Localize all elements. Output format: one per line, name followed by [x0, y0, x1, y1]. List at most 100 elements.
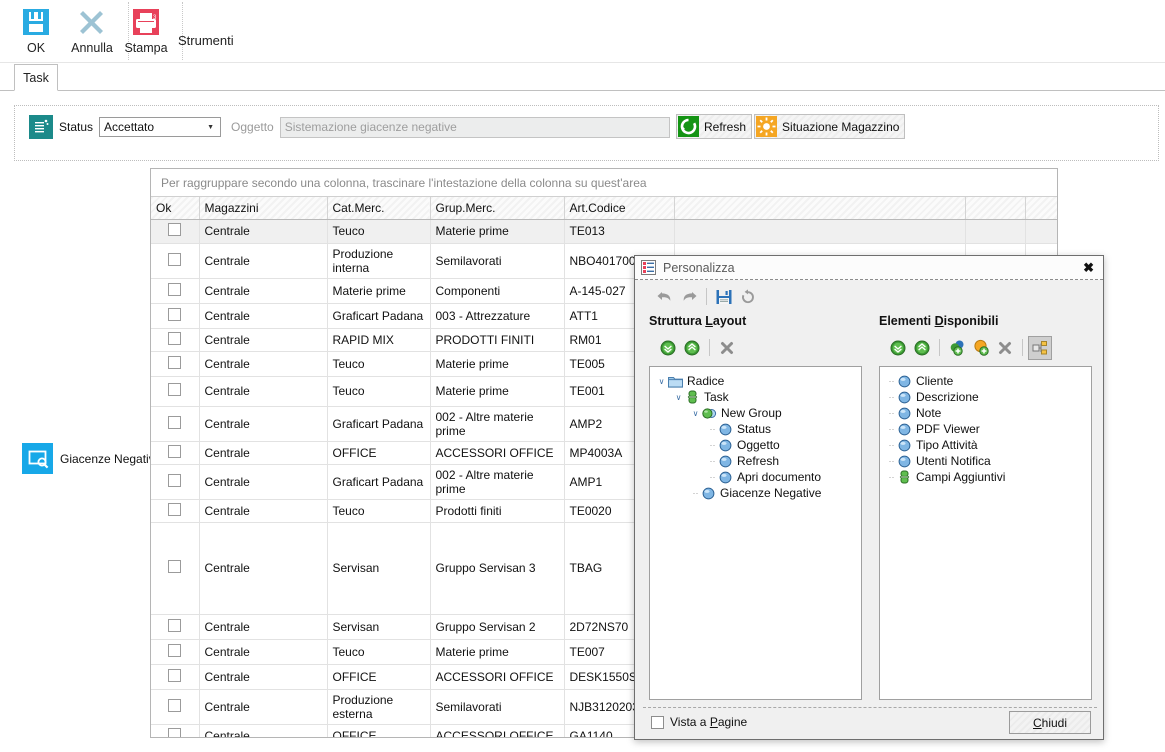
move-up-icon[interactable] — [910, 336, 934, 360]
cell-magazzino: Centrale — [199, 499, 328, 523]
col-header-data[interactable] — [1025, 197, 1057, 220]
available-elements-tree[interactable]: ·· Cliente ·· Descrizione ·· Note ·· PDF Viewer… — [879, 366, 1092, 700]
row-checkbox[interactable] — [168, 727, 182, 737]
row-checkbox[interactable] — [168, 307, 182, 321]
cell-ok[interactable] — [151, 376, 200, 407]
delete-x-icon[interactable] — [715, 336, 739, 360]
cell-ok[interactable] — [151, 689, 200, 725]
cell-ok[interactable] — [151, 303, 200, 329]
row-checkbox[interactable] — [168, 383, 182, 396]
cell-ok[interactable] — [151, 278, 200, 304]
cell-ok[interactable] — [151, 406, 200, 442]
cell-ok[interactable] — [151, 219, 200, 244]
row-checkbox[interactable] — [168, 282, 182, 296]
cell-ok[interactable] — [151, 328, 200, 352]
add-group-icon[interactable] — [945, 336, 969, 360]
col-header-art-codice[interactable]: Art.Codice — [564, 197, 675, 220]
cell-magazzino: Centrale — [199, 328, 328, 352]
vista-a-pagine-checkbox[interactable]: Vista a Pagine — [651, 715, 747, 729]
move-down-icon[interactable] — [886, 336, 910, 360]
cell-ok[interactable] — [151, 639, 200, 665]
list-item[interactable]: ·· Cliente — [886, 373, 1091, 389]
ok-button[interactable]: OK — [8, 2, 64, 55]
cell-ok[interactable] — [151, 614, 200, 640]
oggetto-input[interactable]: Sistemazione giacenze negative — [279, 116, 670, 138]
tree-node[interactable]: ·· Status — [656, 421, 861, 437]
move-up-icon[interactable] — [680, 336, 704, 360]
reset-icon[interactable] — [736, 285, 760, 309]
group-by-drop-area[interactable]: Per raggruppare secondo una colonna, tra… — [151, 169, 1057, 197]
col-header-qta[interactable] — [965, 197, 1026, 220]
tree-view-icon[interactable] — [1028, 335, 1052, 360]
list-item[interactable]: ·· Note — [886, 405, 1091, 421]
situazione-magazzino-button[interactable]: Situazione Magazzino — [754, 114, 906, 139]
oggetto-input-placeholder: Sistemazione giacenze negative — [284, 120, 457, 134]
stampa-button[interactable]: 3 Stampa — [118, 2, 174, 55]
tree-node[interactable]: ∨ Task — [656, 389, 861, 405]
col-header-magazzini[interactable]: Magazzini — [199, 197, 328, 220]
tree-node[interactable]: ·· Giacenze Negative — [656, 485, 861, 501]
chevron-down-icon[interactable]: ▼ — [203, 120, 218, 135]
row-checkbox[interactable] — [168, 502, 182, 516]
tree-node[interactable]: ·· Apri documento — [656, 469, 861, 485]
delete-x-icon[interactable] — [993, 336, 1017, 360]
list-item[interactable]: ·· Utenti Notifica — [886, 453, 1091, 469]
cell-ok[interactable] — [151, 243, 200, 279]
dialog-title-bar[interactable]: Personalizza ✖ — [635, 256, 1103, 280]
cell-ok[interactable] — [151, 351, 200, 377]
cell-ok[interactable] — [151, 522, 200, 615]
col-header-cat-merc[interactable]: Cat.Merc. — [327, 197, 431, 220]
chevron-down-icon[interactable]: ∨ — [656, 376, 667, 387]
row-checkbox[interactable] — [168, 618, 182, 632]
list-item[interactable]: ·· Descrizione — [886, 389, 1091, 405]
status-combobox[interactable]: Accettato ▼ — [99, 117, 222, 137]
tree-node[interactable]: ∨ Radice — [656, 373, 861, 389]
redo-icon[interactable] — [677, 285, 701, 309]
cell-ok[interactable] — [151, 664, 200, 690]
tree-node[interactable]: ·· Refresh — [656, 453, 861, 469]
chevron-down-icon[interactable]: ∨ — [673, 392, 684, 403]
cell-ok[interactable] — [151, 499, 200, 523]
list-item[interactable]: ·· Campi Aggiuntivi — [886, 469, 1091, 485]
cell-grup-merc: Materie prime — [430, 376, 565, 407]
row-checkbox[interactable] — [168, 444, 182, 458]
row-checkbox[interactable] — [168, 560, 182, 573]
row-checkbox[interactable] — [168, 415, 182, 429]
personalizza-dialog: Personalizza ✖ Struttura Layout ∨ Radice… — [634, 255, 1104, 740]
cell-ok[interactable] — [151, 441, 200, 465]
row-checkbox[interactable] — [168, 223, 182, 236]
cell-magazzino: Centrale — [199, 664, 328, 690]
row-checkbox[interactable] — [168, 698, 182, 712]
save-icon[interactable] — [712, 285, 736, 309]
col-header-art-descrizione[interactable] — [674, 197, 966, 220]
refresh-button[interactable]: Refresh — [676, 114, 753, 139]
undo-icon[interactable] — [653, 285, 677, 309]
list-item[interactable]: ·· Tipo Attività — [886, 437, 1091, 453]
chiudi-button[interactable]: Chiudi — [1009, 711, 1091, 734]
cell-ok[interactable] — [151, 464, 200, 500]
blue-item-icon — [897, 438, 912, 452]
layout-structure-tree[interactable]: ∨ Radice ∨ Task ∨ New Group ·· Status ·· Oggetto ·… — [649, 366, 862, 700]
list-item[interactable]: ·· PDF Viewer — [886, 421, 1091, 437]
checkbox-box[interactable] — [651, 715, 664, 729]
col-header-grup-merc[interactable]: Grup.Merc. — [430, 197, 565, 220]
tree-node[interactable]: ·· Oggetto — [656, 437, 861, 453]
cell-cat-merc: OFFICE — [327, 441, 431, 465]
tree-node[interactable]: ∨ New Group — [656, 405, 861, 421]
col-header-ok[interactable]: Ok — [151, 197, 200, 220]
row-checkbox[interactable] — [168, 473, 182, 487]
chevron-down-icon[interactable]: ∨ — [690, 408, 701, 419]
cell-ok[interactable] — [151, 724, 200, 737]
move-down-icon[interactable] — [656, 336, 680, 360]
row-checkbox[interactable] — [168, 643, 182, 657]
giacenze-negative-side-button[interactable]: Giacenze Negative — [22, 443, 161, 474]
tab-task[interactable]: Task — [14, 64, 58, 91]
table-row[interactable]: Centrale Teuco Materie prime TE013 — [151, 219, 1057, 244]
row-checkbox[interactable] — [168, 355, 182, 369]
row-checkbox[interactable] — [168, 668, 182, 682]
add-item-icon[interactable] — [969, 336, 993, 360]
close-icon[interactable]: ✖ — [1080, 260, 1097, 276]
cell-grup-merc: Materie prime — [430, 639, 565, 665]
row-checkbox[interactable] — [168, 252, 182, 266]
row-checkbox[interactable] — [168, 331, 182, 345]
